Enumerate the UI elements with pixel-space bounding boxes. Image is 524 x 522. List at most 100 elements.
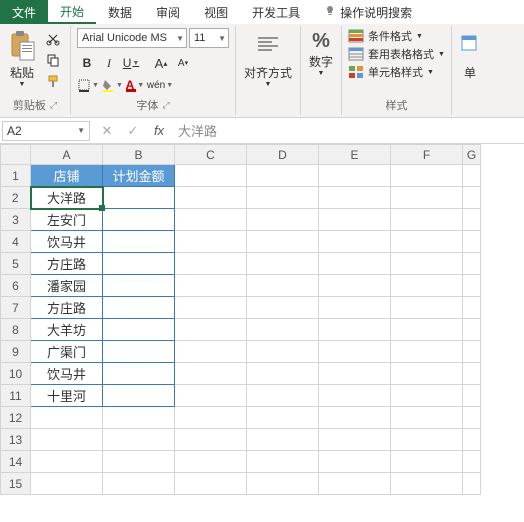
cell[interactable] <box>247 297 319 319</box>
cell[interactable] <box>319 165 391 187</box>
cell[interactable] <box>175 363 247 385</box>
cancel-formula-icon[interactable]: ✕ <box>98 123 116 139</box>
cell[interactable] <box>319 275 391 297</box>
cell[interactable] <box>103 429 175 451</box>
col-header-E[interactable]: E <box>319 145 391 165</box>
cell[interactable] <box>391 231 463 253</box>
row-header[interactable]: 6 <box>1 275 31 297</box>
cell[interactable] <box>247 473 319 495</box>
cell[interactable] <box>319 451 391 473</box>
cell[interactable] <box>319 231 391 253</box>
cell-styles-button[interactable]: 单元格样式▼ <box>348 64 445 80</box>
cell[interactable] <box>463 165 481 187</box>
cell[interactable] <box>463 451 481 473</box>
cell[interactable] <box>319 209 391 231</box>
cell[interactable]: 十里河 <box>31 385 103 407</box>
cell[interactable] <box>391 319 463 341</box>
font-size-combo[interactable]: 11▼ <box>189 28 229 48</box>
cell[interactable] <box>103 209 175 231</box>
cut-button[interactable] <box>44 30 62 48</box>
cell[interactable] <box>463 363 481 385</box>
format-painter-button[interactable] <box>44 72 62 90</box>
row-header[interactable]: 11 <box>1 385 31 407</box>
cell[interactable] <box>319 297 391 319</box>
tab-developer[interactable]: 开发工具 <box>240 0 312 24</box>
cell[interactable] <box>247 231 319 253</box>
select-all-corner[interactable] <box>1 145 31 165</box>
col-header-G[interactable]: G <box>463 145 481 165</box>
cell[interactable] <box>175 429 247 451</box>
row-header[interactable]: 2 <box>1 187 31 209</box>
header-cell[interactable]: 店铺 <box>31 165 103 187</box>
cell[interactable] <box>463 407 481 429</box>
col-header-D[interactable]: D <box>247 145 319 165</box>
cell[interactable] <box>103 297 175 319</box>
tab-review[interactable]: 审阅 <box>144 0 192 24</box>
row-header[interactable]: 7 <box>1 297 31 319</box>
col-header-A[interactable]: A <box>31 145 103 165</box>
cell[interactable]: 广渠门 <box>31 341 103 363</box>
cell[interactable] <box>175 385 247 407</box>
cell[interactable] <box>175 319 247 341</box>
cell[interactable] <box>103 275 175 297</box>
col-header-C[interactable]: C <box>175 145 247 165</box>
cell[interactable] <box>247 319 319 341</box>
cell[interactable] <box>31 473 103 495</box>
underline-button[interactable]: U▼ <box>121 53 141 73</box>
cell[interactable] <box>463 231 481 253</box>
font-name-combo[interactable]: Arial Unicode MS▼ <box>77 28 187 48</box>
row-header[interactable]: 9 <box>1 341 31 363</box>
format-table-button[interactable]: 套用表格格式▼ <box>348 46 445 62</box>
cell[interactable]: 大羊坊 <box>31 319 103 341</box>
cell[interactable] <box>319 429 391 451</box>
cell[interactable] <box>463 297 481 319</box>
cell[interactable]: 左安门 <box>31 209 103 231</box>
cell[interactable] <box>175 253 247 275</box>
cell[interactable] <box>175 275 247 297</box>
tab-data[interactable]: 数据 <box>96 0 144 24</box>
cell[interactable] <box>247 275 319 297</box>
tab-view[interactable]: 视图 <box>192 0 240 24</box>
row-header[interactable]: 5 <box>1 253 31 275</box>
cell[interactable] <box>391 297 463 319</box>
cell[interactable] <box>247 385 319 407</box>
cell[interactable] <box>463 209 481 231</box>
cell[interactable] <box>319 473 391 495</box>
cell[interactable] <box>247 187 319 209</box>
cell[interactable] <box>391 429 463 451</box>
cell[interactable] <box>463 341 481 363</box>
col-header-F[interactable]: F <box>391 145 463 165</box>
cell[interactable]: 饮马井 <box>31 231 103 253</box>
cell[interactable] <box>103 231 175 253</box>
cell[interactable] <box>103 407 175 429</box>
cell[interactable] <box>319 341 391 363</box>
cell[interactable] <box>103 319 175 341</box>
fill-color-button[interactable]: ▼ <box>101 75 123 95</box>
cell[interactable]: 潘家园 <box>31 275 103 297</box>
row-header[interactable]: 3 <box>1 209 31 231</box>
expand-icon[interactable]: ⤢ <box>162 100 169 111</box>
cells-button[interactable]: 单 <box>458 28 482 83</box>
copy-button[interactable] <box>44 51 62 69</box>
cell[interactable] <box>391 275 463 297</box>
cell[interactable] <box>391 187 463 209</box>
cell[interactable] <box>319 363 391 385</box>
row-header[interactable]: 10 <box>1 363 31 385</box>
cell[interactable] <box>31 429 103 451</box>
cell[interactable] <box>31 407 103 429</box>
cell[interactable] <box>103 473 175 495</box>
cell[interactable] <box>175 209 247 231</box>
cell[interactable] <box>175 451 247 473</box>
cell[interactable] <box>391 253 463 275</box>
row-header[interactable]: 4 <box>1 231 31 253</box>
cell[interactable] <box>247 429 319 451</box>
font-color-button[interactable]: A▼ <box>125 75 145 95</box>
cell[interactable] <box>175 297 247 319</box>
accept-formula-icon[interactable]: ✓ <box>124 123 142 139</box>
border-button[interactable]: ▼ <box>77 75 99 95</box>
cell[interactable] <box>463 187 481 209</box>
cell[interactable] <box>319 385 391 407</box>
expand-icon[interactable]: ⤢ <box>50 100 57 111</box>
cell[interactable] <box>175 473 247 495</box>
cell[interactable]: 方庄路 <box>31 253 103 275</box>
